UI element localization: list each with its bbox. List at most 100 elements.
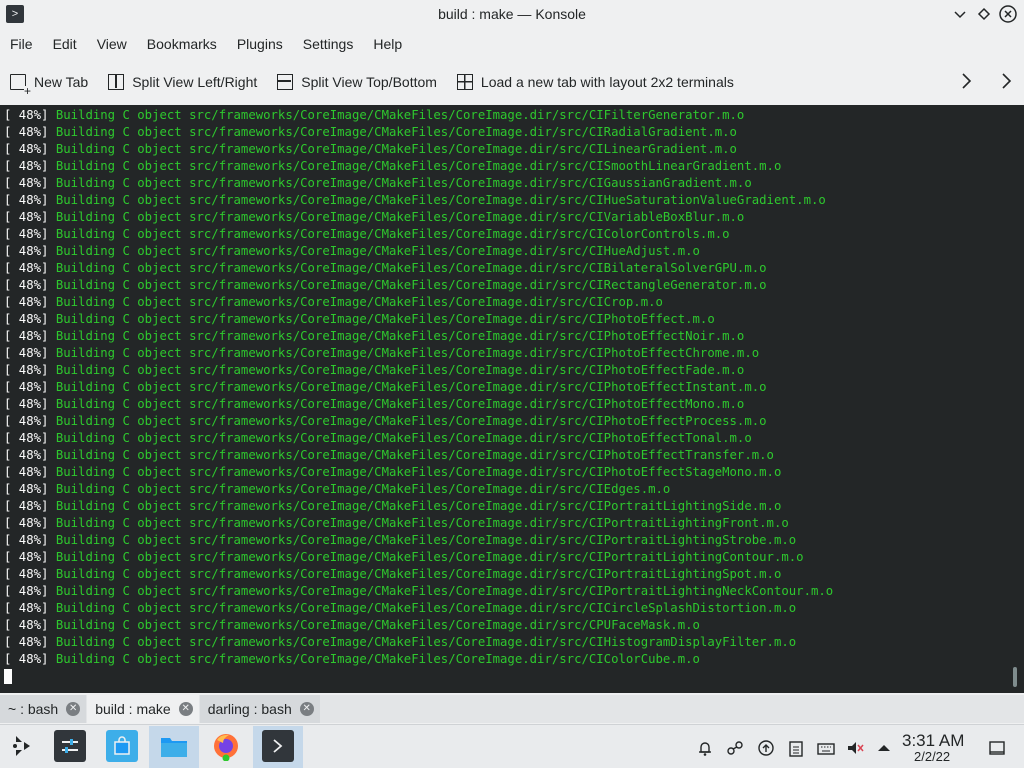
konsole-icon[interactable] — [262, 730, 294, 762]
build-message: Building C object src/frameworks/CoreIma… — [55, 618, 700, 632]
kdeconnect-icon[interactable] — [726, 739, 744, 757]
progress-percent: [ 48%] — [4, 567, 56, 581]
close-button[interactable] — [998, 4, 1018, 24]
terminal-line: [ 48%] Building C object src/frameworks/… — [4, 515, 789, 532]
terminal-output[interactable]: [ 48%] Building C object src/frameworks/… — [0, 105, 1024, 693]
split-left-right-icon — [108, 74, 125, 90]
terminal-line: [ 48%] Building C object src/frameworks/… — [4, 362, 744, 379]
progress-percent: [ 48%] — [4, 482, 56, 496]
tab-label: darling : bash — [207, 701, 292, 717]
layout-2x2-button[interactable]: Load a new tab with layout 2x2 terminals — [447, 64, 744, 100]
menu-help[interactable]: Help — [363, 31, 412, 58]
menu-bookmarks[interactable]: Bookmarks — [137, 31, 227, 58]
menu-plugins[interactable]: Plugins — [227, 31, 293, 58]
toolbar-overflow-button[interactable] — [960, 70, 974, 98]
build-message: Building C object src/frameworks/CoreIma… — [55, 601, 797, 615]
progress-percent: [ 48%] — [4, 193, 56, 207]
terminal-line: [ 48%] Building C object src/frameworks/… — [4, 634, 796, 651]
progress-percent: [ 48%] — [4, 397, 56, 411]
clock-date[interactable]: 2/2/22 — [914, 749, 950, 764]
launcher-glyph — [13, 736, 30, 756]
discover-icon[interactable] — [106, 730, 138, 762]
build-message: Building C object src/frameworks/CoreIma… — [55, 397, 745, 411]
progress-percent: [ 48%] — [4, 499, 56, 513]
split-left-right-button[interactable]: Split View Left/Right — [98, 64, 267, 100]
maximize-button[interactable] — [974, 4, 994, 24]
progress-percent: [ 48%] — [4, 550, 56, 564]
terminal-line: [ 48%] Building C object src/frameworks/… — [4, 243, 700, 260]
progress-percent: [ 48%] — [4, 465, 56, 479]
close-icon[interactable]: ✕ — [178, 702, 193, 716]
show-desktop-icon[interactable] — [988, 739, 1006, 757]
build-message: Building C object src/frameworks/CoreIma… — [55, 448, 774, 462]
prompt-glyph — [273, 739, 283, 753]
new-tab-icon — [10, 74, 32, 96]
build-message: Building C object src/frameworks/CoreIma… — [55, 550, 804, 564]
close-icon[interactable]: ✕ — [299, 702, 314, 716]
menu-settings[interactable]: Settings — [293, 31, 364, 58]
updates-icon[interactable] — [757, 739, 775, 757]
toolbar: New Tab Split View Left/Right Split View… — [0, 62, 1024, 102]
build-message: Building C object src/frameworks/CoreIma… — [55, 363, 745, 377]
build-message: Building C object src/frameworks/CoreIma… — [55, 210, 745, 224]
progress-percent: [ 48%] — [4, 261, 56, 275]
progress-percent: [ 48%] — [4, 618, 56, 632]
clipboard-icon[interactable] — [787, 739, 805, 757]
progress-percent: [ 48%] — [4, 159, 56, 173]
terminal-line: [ 48%] Building C object src/frameworks/… — [4, 260, 767, 277]
build-message: Building C object src/frameworks/CoreIma… — [55, 193, 826, 207]
system-settings-icon[interactable] — [54, 730, 86, 762]
terminal-line: [ 48%] Building C object src/frameworks/… — [4, 209, 744, 226]
minimize-button[interactable] — [950, 4, 970, 24]
grid-layout-icon — [456, 74, 473, 90]
speaker-glyph — [848, 742, 864, 754]
tab-darling-bash[interactable]: darling : bash ✕ — [199, 695, 320, 723]
keyboard-glyph — [817, 743, 835, 755]
terminal-line: [ 48%] Building C object src/frameworks/… — [4, 396, 744, 413]
progress-percent: [ 48%] — [4, 414, 56, 428]
terminal-line: [ 48%] Building C object src/frameworks/… — [4, 481, 670, 498]
tab-label: ~ : bash — [8, 701, 59, 717]
terminal-line: [ 48%] Building C object src/frameworks/… — [4, 141, 737, 158]
taskbar — [0, 724, 1024, 768]
build-message: Building C object src/frameworks/CoreIma… — [55, 431, 752, 445]
tab-bar: ~ : bash ✕ build : make ✕ darling : bash… — [0, 695, 1024, 723]
menu-view[interactable]: View — [87, 31, 137, 58]
terminal-line: [ 48%] Building C object src/frameworks/… — [4, 277, 767, 294]
keyboard-icon[interactable] — [817, 739, 835, 757]
terminal-line: [ 48%] Building C object src/frameworks/… — [4, 651, 700, 668]
terminal-scrollbar[interactable] — [1013, 667, 1017, 687]
progress-percent: [ 48%] — [4, 346, 56, 360]
terminal-line: [ 48%] Building C object src/frameworks/… — [4, 158, 781, 175]
build-message: Building C object src/frameworks/CoreIma… — [55, 533, 797, 547]
firefox-icon[interactable] — [210, 730, 242, 762]
kde-launcher-icon[interactable] — [6, 730, 38, 762]
terminal-line: [ 48%] Building C object src/frameworks/… — [4, 532, 796, 549]
title-bar: > build : make — Konsole — [0, 0, 1024, 29]
notifications-icon[interactable] — [696, 739, 714, 757]
expand-tray-icon[interactable] — [875, 739, 893, 757]
terminal-line: [ 48%] Building C object src/frameworks/… — [4, 549, 804, 566]
close-icon[interactable]: ✕ — [66, 702, 81, 716]
terminal-line: [ 48%] Building C object src/frameworks/… — [4, 498, 781, 515]
build-message: Building C object src/frameworks/CoreIma… — [55, 295, 663, 309]
terminal-line: [ 48%] Building C object src/frameworks/… — [4, 107, 744, 124]
progress-percent: [ 48%] — [4, 448, 56, 462]
terminal-line: [ 48%] Building C object src/frameworks/… — [4, 464, 781, 481]
clock-time[interactable]: 3:31 AM — [902, 731, 964, 751]
progress-percent: [ 48%] — [4, 295, 56, 309]
build-message: Building C object src/frameworks/CoreIma… — [55, 227, 730, 241]
build-message: Building C object src/frameworks/CoreIma… — [55, 142, 737, 156]
terminal-line: [ 48%] Building C object src/frameworks/… — [4, 294, 663, 311]
tab-bash-home[interactable]: ~ : bash ✕ — [0, 695, 87, 723]
file-manager-icon[interactable] — [158, 730, 190, 762]
layout-2x2-label: Load a new tab with layout 2x2 terminals — [480, 74, 734, 90]
menu-edit[interactable]: Edit — [43, 31, 87, 58]
volume-muted-icon[interactable] — [846, 739, 864, 757]
menu-overflow-button[interactable] — [1000, 70, 1014, 98]
tab-build-make[interactable]: build : make ✕ — [87, 695, 199, 723]
split-top-bottom-button[interactable]: Split View Top/Bottom — [267, 64, 447, 100]
menu-file[interactable]: File — [0, 31, 43, 58]
progress-percent: [ 48%] — [4, 176, 56, 190]
new-tab-button[interactable]: New Tab — [0, 64, 98, 100]
